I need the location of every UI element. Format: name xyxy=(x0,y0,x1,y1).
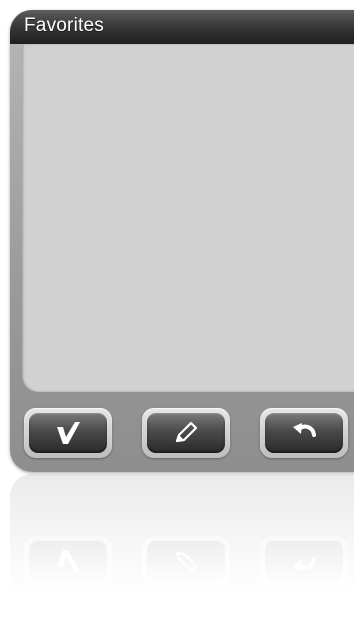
accept-button-face xyxy=(29,413,107,453)
edit-button-reflection xyxy=(142,536,230,586)
accept-reflection-face xyxy=(29,541,107,581)
back-reflection-face xyxy=(265,541,343,581)
pencil-icon xyxy=(175,421,198,443)
checkmark-icon xyxy=(57,422,80,444)
back-button-face xyxy=(265,413,343,453)
undo-arrow-icon xyxy=(293,557,316,571)
pencil-icon xyxy=(175,551,198,573)
reflection-background xyxy=(10,474,354,594)
edit-button-face xyxy=(147,413,225,453)
page-title: Favorites xyxy=(24,15,104,36)
undo-arrow-icon xyxy=(293,423,316,437)
accept-button[interactable] xyxy=(24,408,112,458)
edit-button[interactable] xyxy=(142,408,230,458)
checkmark-icon xyxy=(57,550,80,572)
reflection-toolbar xyxy=(10,522,354,594)
back-button[interactable] xyxy=(260,408,348,458)
back-button-reflection xyxy=(260,536,348,586)
favorites-screen: Favorites xyxy=(0,0,354,626)
accept-button-reflection xyxy=(24,536,112,586)
bottom-toolbar xyxy=(10,400,354,472)
favorites-list[interactable] xyxy=(22,44,354,392)
toolbar-reflection xyxy=(10,474,354,594)
title-bar: Favorites xyxy=(10,10,354,44)
favorites-panel: Favorites xyxy=(10,10,354,472)
edit-reflection-face xyxy=(147,541,225,581)
